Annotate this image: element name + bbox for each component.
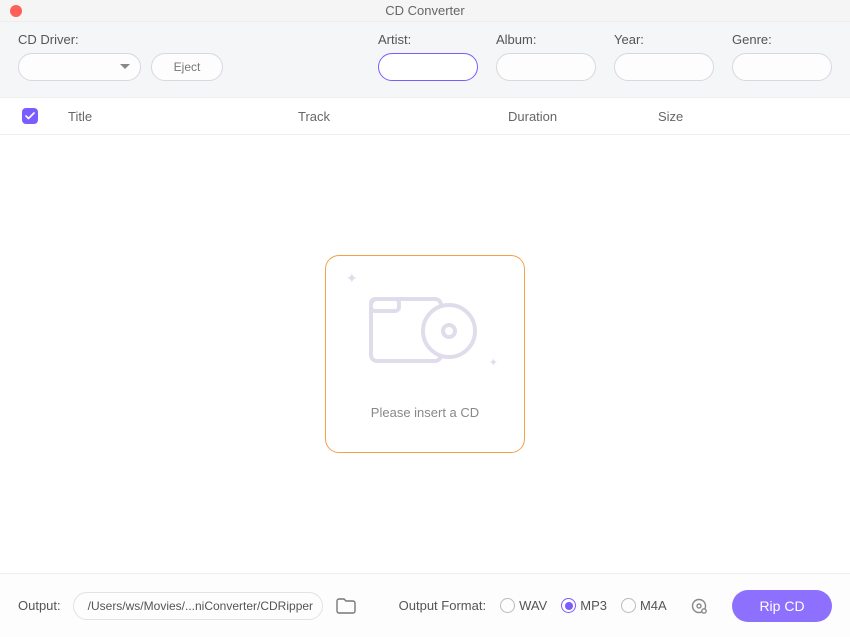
toolbar: CD Driver: Eject Artist: Album: Year: Ge… <box>0 22 850 98</box>
column-title: Title <box>68 109 298 124</box>
format-wav-label: WAV <box>519 598 547 613</box>
radio-icon <box>500 598 515 613</box>
format-radio-mp3[interactable]: MP3 <box>561 598 607 613</box>
eject-button[interactable]: Eject <box>151 53 223 81</box>
empty-state-prompt: Please insert a CD <box>371 405 479 420</box>
album-label: Album: <box>496 32 596 47</box>
output-format-label: Output Format: <box>399 598 486 613</box>
radio-icon <box>621 598 636 613</box>
format-radio-wav[interactable]: WAV <box>500 598 547 613</box>
radio-icon <box>561 598 576 613</box>
output-label: Output: <box>18 598 61 613</box>
empty-state-card: ✦ ✦ Please insert a CD <box>325 255 525 453</box>
year-input[interactable] <box>614 53 714 81</box>
titlebar: CD Converter <box>0 0 850 22</box>
select-all-checkbox[interactable] <box>22 108 38 124</box>
genre-label: Genre: <box>732 32 832 47</box>
column-size: Size <box>658 109 828 124</box>
format-m4a-label: M4A <box>640 598 667 613</box>
window-title: CD Converter <box>0 3 850 18</box>
cd-driver-label: CD Driver: <box>18 32 223 47</box>
sparkle-icon: ✦ <box>489 356 498 369</box>
browse-folder-button[interactable] <box>335 596 357 616</box>
artist-label: Artist: <box>378 32 478 47</box>
column-duration: Duration <box>508 109 658 124</box>
cd-driver-select[interactable] <box>18 53 141 81</box>
gear-icon <box>689 596 709 616</box>
rip-cd-button[interactable]: Rip CD <box>732 590 832 622</box>
footer: Output: /Users/ws/Movies/...niConverter/… <box>0 573 850 637</box>
genre-input[interactable] <box>732 53 832 81</box>
format-radio-m4a[interactable]: M4A <box>621 598 667 613</box>
sparkle-icon: ✦ <box>346 270 358 287</box>
folder-icon <box>336 598 356 614</box>
format-settings-button[interactable] <box>687 594 711 618</box>
output-path-display: /Users/ws/Movies/...niConverter/CDRipper <box>73 592 323 620</box>
column-track: Track <box>298 109 508 124</box>
format-mp3-label: MP3 <box>580 598 607 613</box>
cd-illustration <box>365 285 485 375</box>
track-list-area: ✦ ✦ Please insert a CD <box>0 135 850 573</box>
table-header: Title Track Duration Size <box>0 98 850 135</box>
check-icon <box>25 112 35 120</box>
year-label: Year: <box>614 32 714 47</box>
artist-input[interactable] <box>378 53 478 81</box>
album-input[interactable] <box>496 53 596 81</box>
